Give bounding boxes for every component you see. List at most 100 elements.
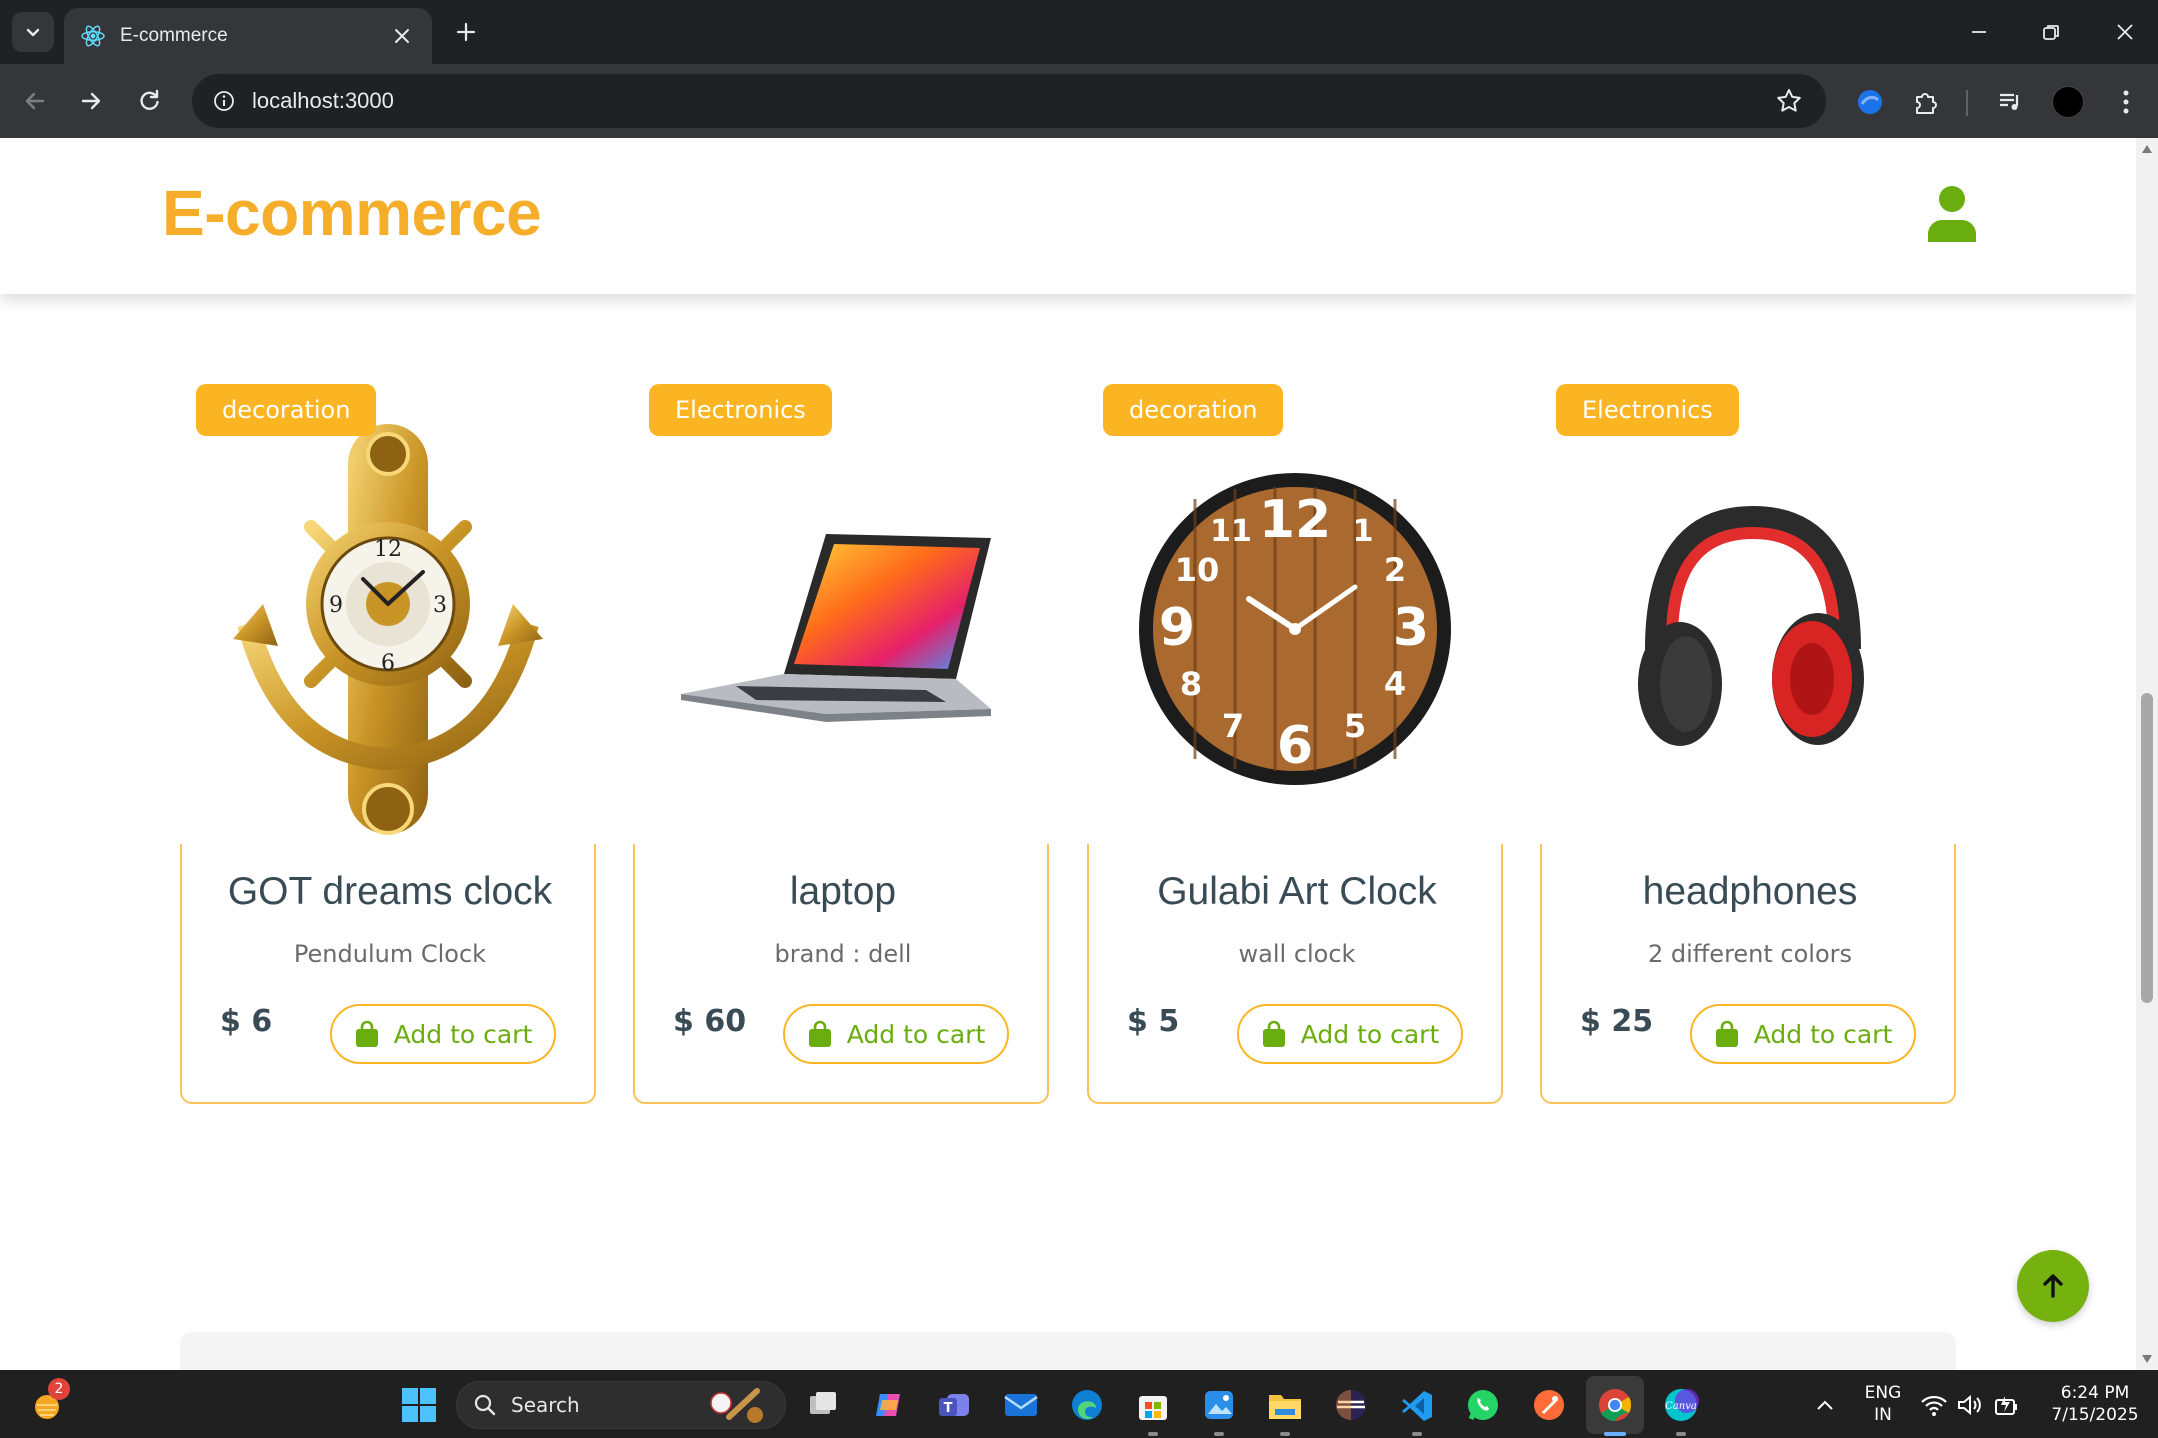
postman-icon[interactable] <box>1526 1382 1572 1428</box>
chevron-down-icon <box>26 28 40 37</box>
vscode-icon[interactable] <box>1394 1382 1440 1436</box>
address-bar[interactable]: localhost:3000 <box>192 74 1826 128</box>
arrow-up-icon <box>2043 1274 2063 1298</box>
bookmark-star-icon[interactable] <box>1772 84 1806 118</box>
svg-text:7: 7 <box>1222 707 1244 745</box>
headphones-image <box>1560 414 1936 844</box>
shopping-bag-icon <box>1262 1020 1285 1047</box>
site-logo[interactable]: E-commerce <box>162 176 542 250</box>
svg-text:5: 5 <box>1344 707 1366 745</box>
close-tab-icon[interactable] <box>388 22 416 50</box>
back-arrow-icon[interactable] <box>14 80 56 122</box>
tab-search-button[interactable] <box>12 12 54 52</box>
url-text[interactable]: localhost:3000 <box>252 88 1772 114</box>
search-icon <box>474 1394 496 1416</box>
task-view-icon[interactable] <box>800 1382 846 1428</box>
more-menu-icon[interactable] <box>2106 82 2146 122</box>
product-name: headphones <box>1642 870 1858 913</box>
back-to-top-button[interactable] <box>2017 1250 2089 1322</box>
svg-text:Canva: Canva <box>1665 1401 1697 1412</box>
product-description: wall clock <box>1238 940 1356 968</box>
product-price: $ 25 <box>1580 1004 1654 1039</box>
browser-tab[interactable]: E-commerce <box>64 8 432 64</box>
shopping-bag-icon <box>1715 1020 1738 1047</box>
weather-widget-icon[interactable]: 2 <box>24 1378 70 1428</box>
svg-text:8: 8 <box>1180 665 1202 703</box>
file-explorer-icon[interactable] <box>1262 1382 1308 1436</box>
svg-text:10: 10 <box>1175 551 1220 589</box>
add-to-cart-label: Add to cart <box>846 1019 986 1049</box>
restore-icon[interactable] <box>2026 12 2076 52</box>
svg-text:3: 3 <box>1393 598 1429 658</box>
clock-time: 6:24 PM <box>2060 1383 2130 1403</box>
svg-text:2: 2 <box>1384 551 1406 589</box>
taskbar-search-input[interactable]: Search <box>456 1381 786 1429</box>
browser-toolbar: localhost:3000 <box>0 64 2158 138</box>
product-card: GOT dreams clock Pendulum Clock $ 6 Add … <box>180 384 596 1104</box>
svg-text:3: 3 <box>433 593 447 618</box>
running-indicator <box>1676 1432 1686 1436</box>
category-badge: Electronics <box>1556 384 1739 436</box>
clock[interactable]: 6:24 PM 7/15/2025 <box>2040 1382 2150 1426</box>
wooden-clock-image: 12 1 2 3 4 5 6 7 8 9 10 11 <box>1107 414 1483 844</box>
add-to-cart-button[interactable]: Add to cart <box>1237 1004 1463 1064</box>
svg-text:11: 11 <box>1210 514 1252 549</box>
product-name: GOT dreams clock <box>227 870 553 913</box>
product-card-body: headphones 2 different colors $ 25 Add t… <box>1540 844 1956 1104</box>
running-indicator <box>1412 1432 1422 1436</box>
tab-title: E-commerce <box>120 25 228 46</box>
whatsapp-icon[interactable] <box>1460 1382 1506 1428</box>
svg-text:4: 4 <box>1384 665 1406 703</box>
extensions-puzzle-icon[interactable] <box>1906 82 1946 122</box>
running-indicator <box>1280 1432 1290 1436</box>
battery-icon[interactable] <box>1990 1382 2022 1428</box>
start-windows-icon[interactable] <box>396 1382 442 1428</box>
volume-icon[interactable] <box>1954 1382 1986 1428</box>
photos-icon[interactable] <box>1196 1382 1242 1436</box>
svg-text:6: 6 <box>1277 716 1313 776</box>
show-hidden-icons-chevron-icon[interactable] <box>1802 1382 1848 1428</box>
edge-icon[interactable] <box>1064 1382 1110 1428</box>
running-indicator <box>1604 1432 1626 1436</box>
profile-avatar[interactable] <box>2048 82 2088 122</box>
reload-icon[interactable] <box>128 80 170 122</box>
mail-icon[interactable] <box>998 1382 1044 1428</box>
footer-section <box>180 1332 1956 1370</box>
user-account-icon[interactable] <box>1924 184 1980 242</box>
media-controls-icon[interactable] <box>1990 82 2030 122</box>
site-info-icon[interactable] <box>212 89 236 113</box>
language-indicator[interactable]: ENG IN <box>1858 1382 1908 1426</box>
add-to-cart-label: Add to cart <box>1300 1019 1440 1049</box>
running-indicator <box>1148 1432 1158 1436</box>
scroll-down-arrow-icon[interactable] <box>2136 1348 2158 1370</box>
wifi-icon[interactable] <box>1918 1382 1950 1428</box>
forward-arrow-icon[interactable] <box>70 80 112 122</box>
teams-icon[interactable]: T <box>932 1382 978 1428</box>
product-description: 2 different colors <box>1647 940 1853 968</box>
scrollbar-thumb[interactable] <box>2141 693 2153 1003</box>
new-tab-icon[interactable] <box>448 14 484 50</box>
scroll-up-arrow-icon[interactable] <box>2136 138 2158 160</box>
clock-date: 7/15/2025 <box>2051 1405 2139 1425</box>
copilot-icon[interactable] <box>866 1382 912 1428</box>
site-header: E-commerce <box>0 138 2136 294</box>
chrome-icon[interactable] <box>1586 1376 1644 1436</box>
add-to-cart-label: Add to cart <box>1753 1019 1893 1049</box>
add-to-cart-button[interactable]: Add to cart <box>330 1004 556 1064</box>
add-to-cart-button[interactable]: Add to cart <box>1690 1004 1916 1064</box>
add-to-cart-button[interactable]: Add to cart <box>783 1004 1009 1064</box>
eclipse-icon[interactable] <box>1328 1382 1374 1428</box>
close-window-icon[interactable] <box>2100 12 2150 52</box>
svg-text:12: 12 <box>374 537 402 562</box>
react-icon <box>80 23 106 49</box>
product-description: Pendulum Clock <box>293 940 487 968</box>
product-card-body: GOT dreams clock Pendulum Clock $ 6 Add … <box>180 844 596 1104</box>
extension-blue-icon[interactable] <box>1850 82 1890 122</box>
language-code: ENG <box>1864 1383 1902 1403</box>
minimize-icon[interactable] <box>1954 12 2004 52</box>
microsoft-store-icon[interactable] <box>1130 1382 1176 1436</box>
search-highlight-icon <box>710 1388 763 1423</box>
search-placeholder: Search <box>511 1393 580 1417</box>
page-scrollbar[interactable] <box>2136 138 2158 1370</box>
canva-icon[interactable]: Canva <box>1658 1382 1704 1436</box>
